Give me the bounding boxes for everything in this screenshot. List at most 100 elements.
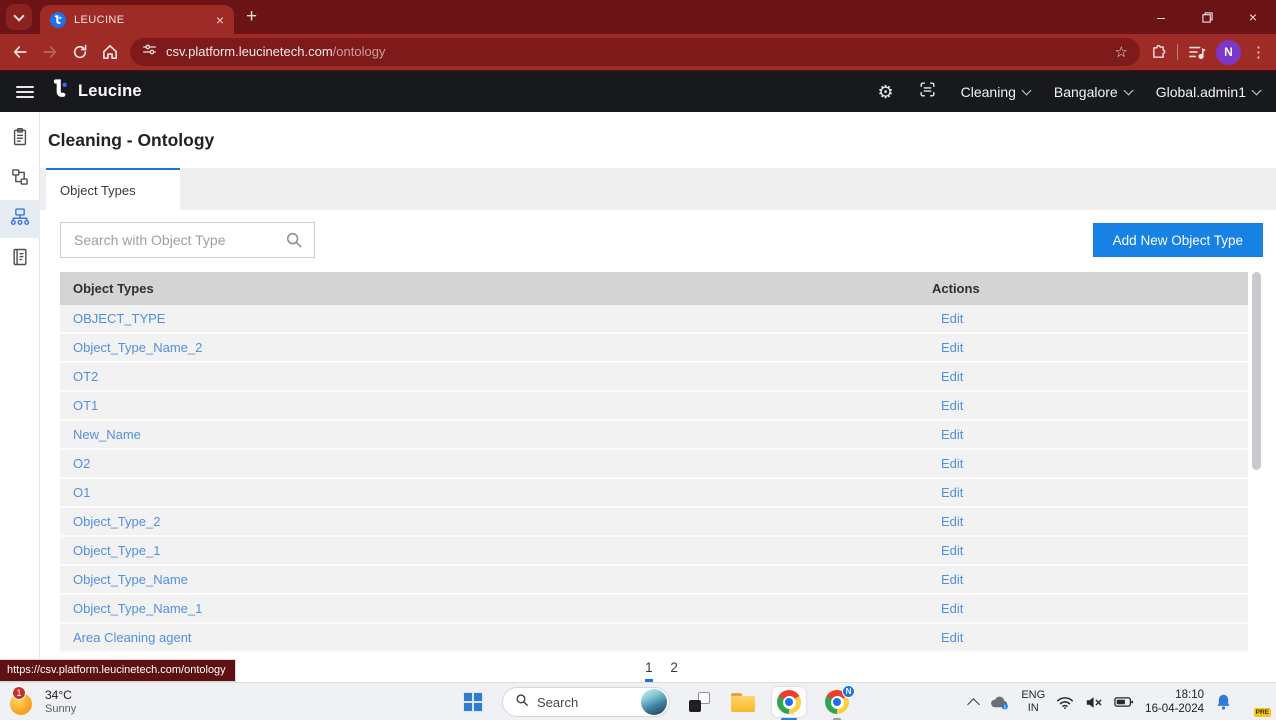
- copilot-preview-badge: PRE: [1254, 708, 1271, 717]
- sitemap-icon: [10, 207, 30, 232]
- edit-link[interactable]: Edit: [932, 572, 963, 587]
- object-type-link[interactable]: OT1: [73, 398, 98, 413]
- chevron-up-icon: [967, 698, 980, 711]
- table-row: O2 Edit: [60, 450, 1248, 479]
- weather-badge: 1: [12, 686, 26, 700]
- language-indicator[interactable]: ENG IN: [1021, 689, 1045, 714]
- facility-switch-icon[interactable]: [918, 80, 937, 104]
- edit-link[interactable]: Edit: [932, 427, 963, 442]
- object-type-link[interactable]: Object_Type_Name_1: [73, 601, 202, 616]
- browser-profile-avatar[interactable]: N: [1216, 40, 1241, 65]
- edit-link[interactable]: Edit: [932, 340, 963, 355]
- table-row: Object_Type_2 Edit: [60, 508, 1248, 537]
- sidebar-item-ontology[interactable]: [0, 200, 40, 238]
- media-controls-icon[interactable]: [1188, 44, 1206, 60]
- search-icon[interactable]: [285, 231, 303, 254]
- edit-link[interactable]: Edit: [932, 398, 963, 413]
- weather-description: Sunny: [45, 703, 76, 716]
- brand-name: Leucine: [78, 82, 142, 101]
- tray-expand-button[interactable]: [969, 696, 978, 709]
- facility-selector[interactable]: Bangalore: [1054, 84, 1132, 100]
- search-input[interactable]: [60, 222, 315, 258]
- edit-link[interactable]: Edit: [932, 311, 963, 326]
- battery-icon[interactable]: [1114, 695, 1134, 709]
- home-icon[interactable]: [100, 42, 120, 62]
- extensions-icon[interactable]: [1150, 44, 1167, 61]
- tab-close-icon[interactable]: ×: [216, 13, 224, 27]
- search-icon: [515, 693, 529, 712]
- pagination: 1 2: [60, 660, 1263, 681]
- browser-tab[interactable]: LEUCINE ×: [40, 5, 234, 34]
- leucine-logo-icon: [50, 79, 70, 104]
- header-actions: Actions: [932, 281, 1248, 296]
- add-new-object-type-button[interactable]: Add New Object Type: [1093, 223, 1263, 257]
- task-view-button[interactable]: [684, 687, 714, 717]
- notification-bell-icon[interactable]: [1215, 693, 1232, 711]
- back-icon[interactable]: [10, 42, 30, 62]
- sidebar-item-checklists[interactable]: [0, 120, 40, 158]
- sidebar-item-logbook[interactable]: [0, 240, 40, 278]
- start-button[interactable]: [458, 687, 488, 717]
- restore-button[interactable]: [1184, 0, 1230, 34]
- object-type-link[interactable]: Object_Type_1: [73, 543, 160, 558]
- copilot-icon[interactable]: PRE: [1243, 690, 1268, 715]
- chrome-profile-taskbar-button[interactable]: N: [820, 687, 854, 717]
- close-button[interactable]: ×: [1230, 0, 1276, 34]
- object-type-link[interactable]: Object_Type_Name_2: [73, 340, 202, 355]
- page-button-1[interactable]: 1: [645, 660, 653, 681]
- onedrive-cloud-icon[interactable]: [989, 694, 1010, 710]
- clock[interactable]: 18:10 16-04-2024: [1145, 688, 1204, 717]
- search-highlights-thumbnail[interactable]: [641, 689, 667, 715]
- edit-link[interactable]: Edit: [932, 514, 963, 529]
- weather-widget[interactable]: 1 34°C Sunny: [10, 683, 76, 720]
- edit-link[interactable]: Edit: [932, 456, 963, 471]
- taskbar-search-label: Search: [537, 695, 633, 710]
- chrome-taskbar-button[interactable]: [772, 687, 806, 717]
- folder-icon: [731, 693, 755, 712]
- table-row: O1 Edit: [60, 479, 1248, 508]
- site-info-icon[interactable]: [142, 42, 157, 62]
- object-type-link[interactable]: Object_Type_Name: [73, 572, 188, 587]
- process-selector[interactable]: Cleaning: [961, 84, 1030, 100]
- settings-gear-icon[interactable]: ⚙: [877, 83, 893, 101]
- volume-muted-icon[interactable]: [1085, 695, 1103, 710]
- wifi-icon[interactable]: [1056, 695, 1074, 710]
- bookmark-star-icon[interactable]: ☆: [1115, 43, 1128, 61]
- edit-link[interactable]: Edit: [932, 630, 963, 645]
- tab-strip: Object Types: [40, 168, 1276, 210]
- user-selector[interactable]: Global.admin1: [1156, 84, 1260, 100]
- tab-search-button[interactable]: [6, 4, 32, 30]
- minimize-button[interactable]: –: [1138, 0, 1184, 34]
- object-type-link[interactable]: OT2: [73, 369, 98, 384]
- sidebar-item-workflows[interactable]: [0, 160, 40, 198]
- logbook-icon: [10, 247, 30, 272]
- time: 18:10: [1145, 688, 1204, 702]
- main-content: Cleaning - Ontology Object Types Add New…: [40, 112, 1276, 682]
- brand: Leucine: [50, 79, 142, 104]
- browser-titlebar: LEUCINE × + – ×: [0, 0, 1276, 34]
- object-type-link[interactable]: Area Cleaning agent: [73, 630, 192, 645]
- new-tab-button[interactable]: +: [246, 7, 257, 26]
- object-type-link[interactable]: Object_Type_2: [73, 514, 160, 529]
- url-host: csv.platform.leucinetech.com: [166, 44, 333, 59]
- url-bar[interactable]: csv.platform.leucinetech.com/ontology ☆: [130, 38, 1140, 66]
- reload-icon[interactable]: [70, 42, 90, 62]
- tab-object-types[interactable]: Object Types: [46, 168, 180, 210]
- object-type-link[interactable]: OBJECT_TYPE: [73, 311, 165, 326]
- chevron-down-icon: [1021, 85, 1031, 95]
- edit-link[interactable]: Edit: [932, 543, 963, 558]
- url-path: /ontology: [333, 44, 386, 59]
- object-type-link[interactable]: New_Name: [73, 427, 141, 442]
- object-type-link[interactable]: O2: [73, 456, 90, 471]
- page-button-2[interactable]: 2: [670, 660, 678, 681]
- table-scrollbar[interactable]: [1252, 272, 1261, 470]
- edit-link[interactable]: Edit: [932, 601, 963, 616]
- file-explorer-button[interactable]: [728, 687, 758, 717]
- hamburger-menu-icon[interactable]: [16, 86, 34, 98]
- browser-menu-icon[interactable]: ⋮: [1251, 43, 1266, 61]
- edit-link[interactable]: Edit: [932, 369, 963, 384]
- edit-link[interactable]: Edit: [932, 485, 963, 500]
- forward-icon[interactable]: [40, 42, 60, 62]
- taskbar-search[interactable]: Search: [502, 687, 670, 717]
- object-type-link[interactable]: O1: [73, 485, 90, 500]
